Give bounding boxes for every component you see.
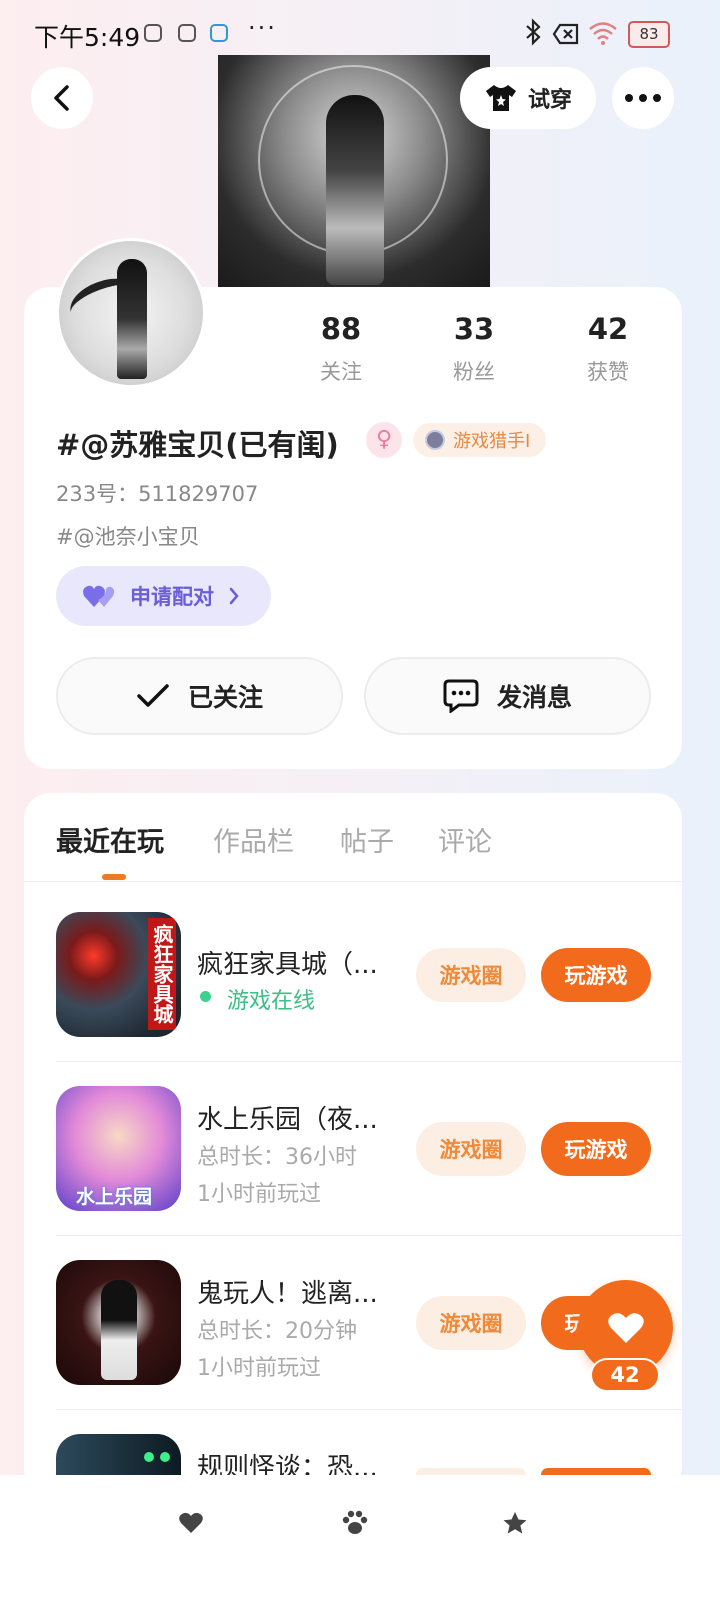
row-divider <box>56 1235 682 1236</box>
stat-likes-value: 42 <box>587 312 629 346</box>
row-divider <box>56 1061 682 1062</box>
game-online-status: 游戏在线 <box>227 989 316 1014</box>
more-notifications-icon: ··· <box>248 14 277 42</box>
notification-icon <box>210 24 228 42</box>
tab-comments[interactable]: 评论 <box>438 820 492 859</box>
notification-icon <box>144 24 162 42</box>
check-icon <box>137 684 169 707</box>
more-icon <box>625 94 661 102</box>
stat-likes[interactable]: 42 获赞 <box>558 312 658 386</box>
tab-posts[interactable]: 帖子 <box>340 820 394 859</box>
chevron-right-icon <box>229 587 239 605</box>
avatar-character <box>117 259 147 379</box>
game-total-time: 总时长：36小时 <box>197 1145 357 1170</box>
cover-image <box>218 55 490 287</box>
try-on-label: 试穿 <box>527 88 572 113</box>
game-icon-eye <box>160 1452 170 1462</box>
game-title[interactable]: 水上乐园（夜... <box>197 1099 378 1136</box>
user-nickname: #@苏雅宝贝(已有闺) <box>56 428 339 462</box>
game-icon[interactable]: 疯狂家具城 <box>56 912 181 1037</box>
badge-label: 游戏猎手Ⅰ <box>453 431 531 452</box>
bluetooth-icon <box>524 18 544 50</box>
game-title[interactable]: 鬼玩人！逃离... <box>197 1273 378 1310</box>
game-last-played: 1小时前玩过 <box>197 1182 321 1207</box>
row-divider <box>56 1409 682 1410</box>
tab-works[interactable]: 作品栏 <box>213 820 294 859</box>
followed-label: 已关注 <box>187 683 263 712</box>
stat-followers-label: 粉丝 <box>453 360 495 384</box>
back-button[interactable] <box>31 67 93 129</box>
tab-recently-played[interactable]: 最近在玩 <box>56 820 164 859</box>
play-game-button[interactable] <box>541 1468 651 1475</box>
stat-followers[interactable]: 33 粉丝 <box>424 312 524 386</box>
user-bio: #@池奈小宝贝 <box>56 525 200 549</box>
paw-icon[interactable] <box>340 1508 370 1538</box>
like-count: 42 <box>590 1358 660 1392</box>
stat-following-value: 88 <box>320 312 362 346</box>
game-icon-title: 疯狂家具城 <box>148 918 176 1030</box>
game-circle-button[interactable]: 游戏圈 <box>416 1122 526 1176</box>
request-pair-button[interactable]: 申请配对 <box>56 566 271 626</box>
user-id: 233号：511829707 <box>56 482 259 506</box>
tab-divider <box>24 881 682 882</box>
badge-medal-icon <box>425 430 445 450</box>
signal-off-icon <box>552 22 580 50</box>
game-circle-button[interactable] <box>416 1468 526 1475</box>
stat-following[interactable]: 88 关注 <box>291 312 391 386</box>
stat-followers-value: 33 <box>453 312 495 346</box>
game-hunter-badge[interactable]: 游戏猎手Ⅰ <box>413 423 547 457</box>
chat-icon <box>443 679 479 713</box>
request-pair-label: 申请配对 <box>130 585 214 609</box>
avatar[interactable] <box>56 238 206 388</box>
game-icon[interactable] <box>56 1434 181 1475</box>
chevron-left-icon <box>54 85 69 111</box>
game-icon-character <box>101 1280 137 1380</box>
try-on-button[interactable]: 试穿 <box>460 67 596 129</box>
heart-icon <box>607 1312 644 1343</box>
star-icon[interactable] <box>500 1508 530 1538</box>
double-heart-icon <box>83 585 115 607</box>
game-last-played: 1小时前玩过 <box>197 1356 321 1381</box>
game-circle-button[interactable]: 游戏圈 <box>416 948 526 1002</box>
send-message-button[interactable]: 发消息 <box>364 657 651 735</box>
game-circle-button[interactable]: 游戏圈 <box>416 1296 526 1350</box>
tshirt-icon <box>485 85 516 111</box>
female-icon: ♀ <box>366 422 402 458</box>
game-title[interactable]: 疯狂家具城（... <box>197 944 378 981</box>
battery-indicator: 83 <box>628 21 670 48</box>
play-game-button[interactable]: 玩游戏 <box>541 948 651 1002</box>
tab-indicator <box>102 874 126 880</box>
notification-icon <box>178 24 196 42</box>
cover-character <box>326 95 384 285</box>
status-time: 下午5:49 <box>34 23 141 52</box>
play-game-button[interactable]: 玩游戏 <box>541 1122 651 1176</box>
game-total-time: 总时长：20分钟 <box>197 1319 357 1344</box>
wifi-icon <box>588 20 618 50</box>
more-options-button[interactable] <box>612 67 674 129</box>
game-icon-eye <box>144 1452 154 1462</box>
followed-button[interactable]: 已关注 <box>56 657 343 735</box>
stat-following-label: 关注 <box>320 360 362 384</box>
heart-icon[interactable] <box>176 1508 206 1538</box>
send-message-label: 发消息 <box>496 683 572 712</box>
stat-likes-label: 获赞 <box>587 360 629 384</box>
game-icon[interactable]: 水上乐园 <box>56 1086 181 1211</box>
game-icon[interactable] <box>56 1260 181 1385</box>
game-icon-title: 水上乐园 <box>75 1186 152 1208</box>
